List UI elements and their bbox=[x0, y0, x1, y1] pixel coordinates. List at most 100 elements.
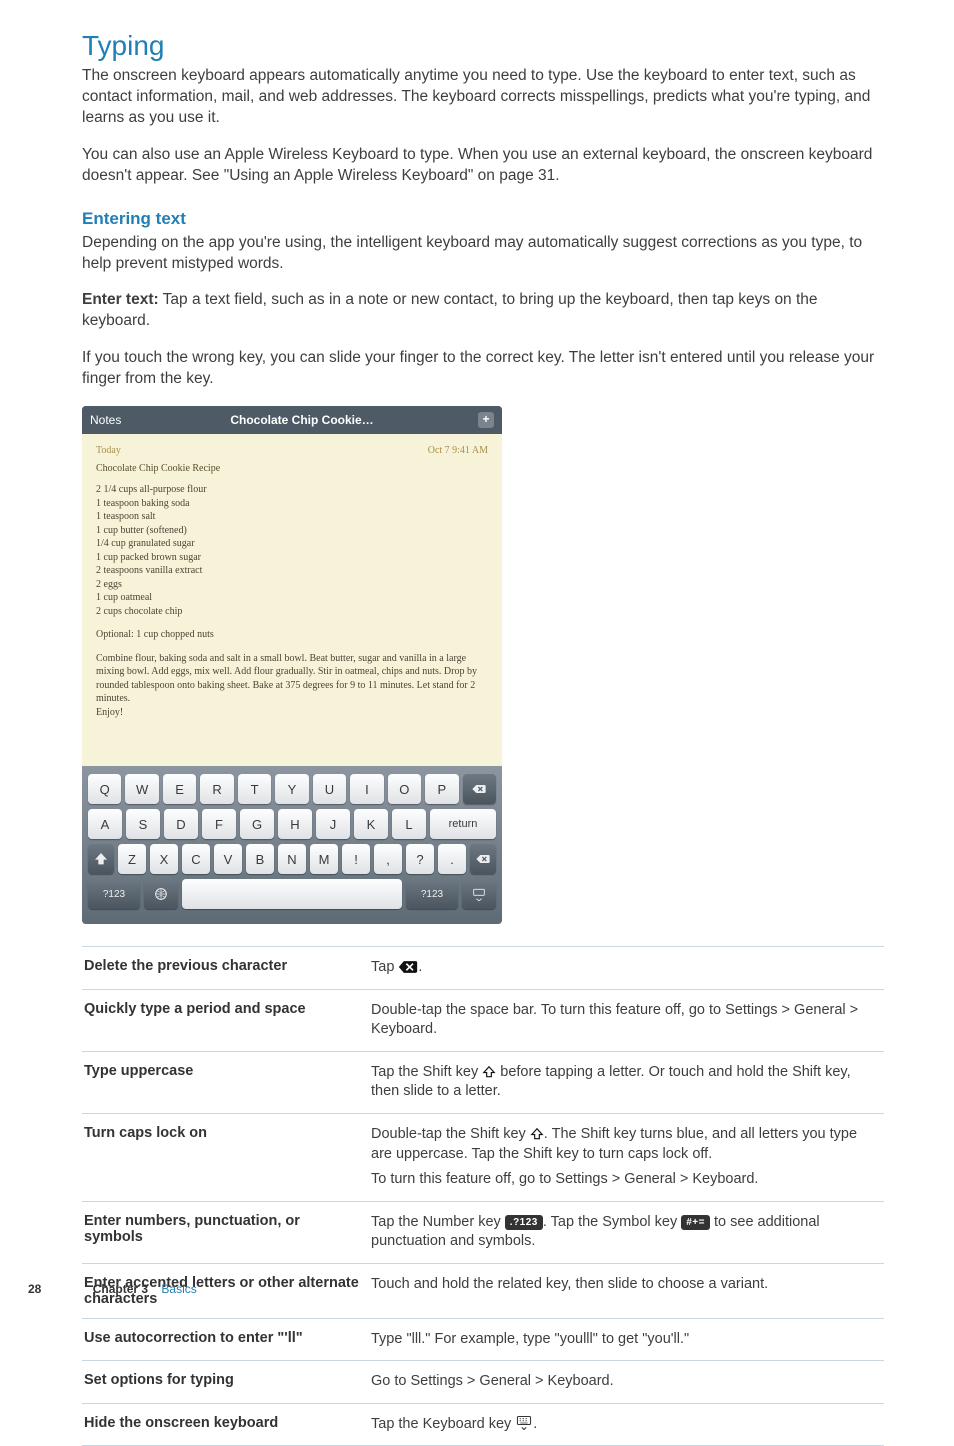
intro-paragraph-2: You can also use an Apple Wireless Keybo… bbox=[82, 145, 884, 187]
note-meta-right: Oct 7 9:41 AM bbox=[428, 444, 488, 458]
action-description: Tap the Shift key before tapping a lette… bbox=[371, 1051, 884, 1113]
key-q[interactable]: Q bbox=[88, 774, 121, 804]
table-row: Quickly type a period and spaceDouble-ta… bbox=[82, 989, 884, 1051]
key-t[interactable]: T bbox=[238, 774, 271, 804]
table-row: Use autocorrection to enter "'ll"Type "l… bbox=[82, 1318, 884, 1361]
key-r[interactable]: R bbox=[200, 774, 233, 804]
table-row: Turn caps lock onDouble-tap the Shift ke… bbox=[82, 1113, 884, 1201]
note-ingredients: 2 1/4 cups all-purpose flour 1 teaspoon … bbox=[96, 483, 488, 618]
return-key[interactable]: return bbox=[430, 809, 496, 839]
keyboard-row-1: QWERTYUIOP bbox=[88, 774, 496, 804]
action-description: Double-tap the Shift key . The Shift key… bbox=[371, 1113, 884, 1201]
key-p[interactable]: P bbox=[425, 774, 458, 804]
table-row: Enter accented letters or other alternat… bbox=[82, 1263, 884, 1318]
key-n[interactable]: N bbox=[278, 844, 306, 874]
globe-icon bbox=[153, 886, 169, 902]
backspace-icon bbox=[398, 960, 418, 974]
globe-key[interactable] bbox=[144, 879, 178, 909]
page-number: 28 bbox=[28, 1282, 41, 1296]
note-instructions: Combine flour, baking soda and salt in a… bbox=[96, 652, 488, 720]
note-meta-left: Today bbox=[96, 444, 121, 458]
backspace-key-kbd[interactable] bbox=[470, 844, 496, 874]
key-i[interactable]: I bbox=[350, 774, 383, 804]
keyboard-row-2: ASDFGHJKL return bbox=[88, 809, 496, 839]
table-row: Type uppercaseTap the Shift key before t… bbox=[82, 1051, 884, 1113]
key-![interactable]: ! bbox=[342, 844, 370, 874]
action-description: Tap the Keyboard key . bbox=[371, 1403, 884, 1446]
shift-icon bbox=[530, 1127, 544, 1141]
key-f[interactable]: F bbox=[202, 809, 236, 839]
action-label: Use autocorrection to enter "'ll" bbox=[82, 1318, 371, 1361]
chapter-label: Chapter 3 bbox=[93, 1282, 148, 1296]
backspace-icon bbox=[475, 851, 491, 867]
enter-text-label: Enter text: bbox=[82, 291, 159, 308]
key-m[interactable]: M bbox=[310, 844, 338, 874]
onscreen-keyboard[interactable]: QWERTYUIOP ASDFGHJKL return ZXCVBNM!,?. … bbox=[82, 766, 502, 924]
note-title: Chocolate Chip Cookie Recipe bbox=[96, 462, 488, 476]
page-title: Typing bbox=[82, 30, 884, 62]
key-l[interactable]: L bbox=[392, 809, 426, 839]
key-?[interactable]: ? bbox=[406, 844, 434, 874]
action-label: Delete the previous character bbox=[82, 947, 371, 990]
key-e[interactable]: E bbox=[163, 774, 196, 804]
actions-table: Delete the previous characterTap .Quickl… bbox=[82, 946, 884, 1446]
key-x[interactable]: X bbox=[150, 844, 178, 874]
note-title-header: Chocolate Chip Cookie… bbox=[150, 413, 454, 427]
key-u[interactable]: U bbox=[313, 774, 346, 804]
symbol-key-pill: #+= bbox=[681, 1215, 710, 1231]
space-key[interactable] bbox=[182, 879, 402, 909]
number-mode-key[interactable]: ?123 bbox=[88, 879, 140, 909]
backspace-icon bbox=[471, 781, 487, 797]
action-label: Set options for typing bbox=[82, 1361, 371, 1404]
key-v[interactable]: V bbox=[214, 844, 242, 874]
device-screenshot: Notes Chocolate Chip Cookie… + Today Oct… bbox=[82, 406, 502, 924]
add-note-button[interactable]: + bbox=[478, 412, 494, 428]
shift-icon bbox=[93, 851, 109, 867]
keyboard-hide-icon bbox=[515, 1415, 533, 1431]
key-y[interactable]: Y bbox=[275, 774, 308, 804]
key-,[interactable]: , bbox=[374, 844, 402, 874]
key-g[interactable]: G bbox=[240, 809, 274, 839]
action-label: Enter numbers, punctuation, or symbols bbox=[82, 1201, 371, 1263]
key-h[interactable]: H bbox=[278, 809, 312, 839]
key-a[interactable]: A bbox=[88, 809, 122, 839]
key-s[interactable]: S bbox=[126, 809, 160, 839]
key-w[interactable]: W bbox=[125, 774, 158, 804]
section-paragraph-2: Enter text: Tap a text field, such as in… bbox=[82, 290, 884, 332]
app-name: Notes bbox=[90, 413, 150, 427]
key-.[interactable]: . bbox=[438, 844, 466, 874]
section-paragraph-1: Depending on the app you're using, the i… bbox=[82, 233, 884, 275]
number-key-pill: .?123 bbox=[505, 1215, 543, 1231]
shift-key[interactable] bbox=[88, 844, 114, 874]
section-paragraph-3: If you touch the wrong key, you can slid… bbox=[82, 348, 884, 390]
table-row: Enter numbers, punctuation, or symbolsTa… bbox=[82, 1201, 884, 1263]
intro-paragraph-1: The onscreen keyboard appears automatica… bbox=[82, 66, 884, 129]
action-description: Double-tap the space bar. To turn this f… bbox=[371, 989, 884, 1051]
shift-icon bbox=[482, 1065, 496, 1079]
device-header: Notes Chocolate Chip Cookie… + bbox=[82, 406, 502, 434]
action-description: Tap . bbox=[371, 947, 884, 990]
key-c[interactable]: C bbox=[182, 844, 210, 874]
key-d[interactable]: D bbox=[164, 809, 198, 839]
number-mode-key-2[interactable]: ?123 bbox=[406, 879, 458, 909]
key-z[interactable]: Z bbox=[118, 844, 146, 874]
section-heading: Entering text bbox=[82, 209, 884, 229]
action-label: Type uppercase bbox=[82, 1051, 371, 1113]
action-label: Quickly type a period and space bbox=[82, 989, 371, 1051]
note-body[interactable]: Today Oct 7 9:41 AM Chocolate Chip Cooki… bbox=[82, 434, 502, 766]
key-o[interactable]: O bbox=[388, 774, 421, 804]
backspace-key[interactable] bbox=[463, 774, 496, 804]
table-row: Hide the onscreen keyboardTap the Keyboa… bbox=[82, 1403, 884, 1446]
action-label: Hide the onscreen keyboard bbox=[82, 1403, 371, 1446]
action-description: Tap the Number key .?123. Tap the Symbol… bbox=[371, 1201, 884, 1263]
key-k[interactable]: K bbox=[354, 809, 388, 839]
chapter-name: Basics bbox=[161, 1282, 196, 1296]
enter-text-body: Tap a text field, such as in a note or n… bbox=[82, 291, 818, 329]
key-b[interactable]: B bbox=[246, 844, 274, 874]
keyboard-row-3: ZXCVBNM!,?. bbox=[88, 844, 496, 874]
hide-keyboard-key[interactable] bbox=[462, 879, 496, 909]
action-description: Go to Settings > General > Keyboard. bbox=[371, 1361, 884, 1404]
note-optional: Optional: 1 cup chopped nuts bbox=[96, 628, 488, 642]
page-footer: 28 Chapter 3 Basics bbox=[28, 1282, 197, 1296]
key-j[interactable]: J bbox=[316, 809, 350, 839]
